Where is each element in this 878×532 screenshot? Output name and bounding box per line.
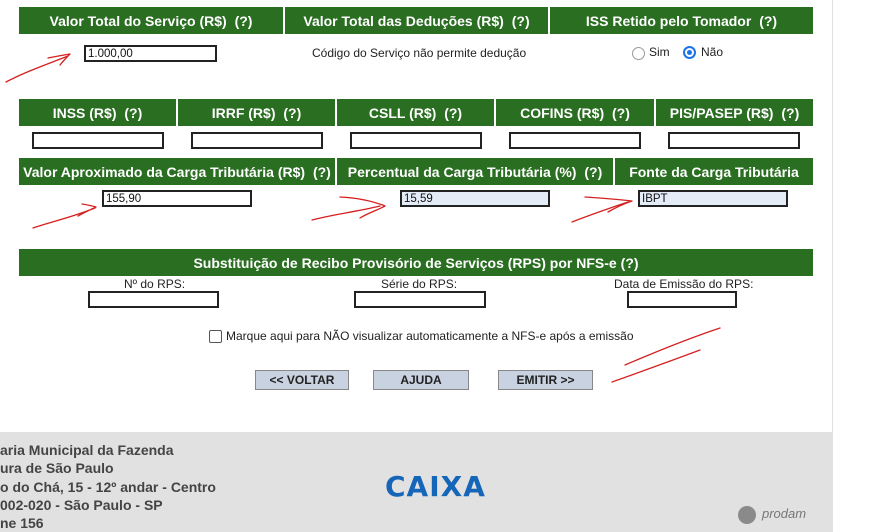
header-carga-fonte-label: Fonte da Carga Tributária <box>629 163 799 180</box>
footer-line-5: ne 156 <box>0 515 44 531</box>
header-row-2: INSS (R$) (?) IRRF (R$) (?) CSLL (R$) (?… <box>19 99 813 126</box>
carga-valor-input[interactable] <box>102 190 252 207</box>
help-link-iss-retido[interactable]: (?) <box>759 13 777 29</box>
rps-numero-label: Nº do RPS: <box>124 277 186 291</box>
header-carga-percent: Percentual da Carga Tributária (%) (?) <box>337 164 613 180</box>
footer-line-4: 002-020 - São Paulo - SP <box>0 497 163 513</box>
help-link-pispasep[interactable]: (?) <box>781 105 799 121</box>
header-carga-valor: Valor Aproximado da Carga Tributária (R$… <box>19 164 335 180</box>
help-link-valor-total[interactable]: (?) <box>235 13 253 29</box>
voltar-button[interactable]: << VOLTAR <box>255 370 349 390</box>
footer-line-2: ura de São Paulo <box>0 460 114 476</box>
help-link-deducoes[interactable]: (?) <box>512 13 530 29</box>
prodam-logo-icon <box>738 506 756 524</box>
footer-line-1: aria Municipal da Fazenda <box>0 442 174 458</box>
header-irrf: IRRF (R$) (?) <box>178 105 335 121</box>
header-csll: CSLL (R$) (?) <box>337 105 494 121</box>
header-irrf-label: IRRF (R$) <box>211 104 276 121</box>
carga-fonte-input[interactable] <box>638 190 788 207</box>
header-iss-retido-label: ISS Retido pelo Tomador <box>585 12 752 29</box>
help-link-csll[interactable]: (?) <box>444 105 462 121</box>
header-carga-fonte: Fonte da Carga Tributária <box>615 164 813 180</box>
header-csll-label: CSLL (R$) <box>368 104 437 121</box>
help-link-rps[interactable]: (?) <box>621 255 639 271</box>
header-cofins: COFINS (R$) (?) <box>496 105 654 121</box>
header-iss-retido: ISS Retido pelo Tomador (?) <box>550 13 813 29</box>
ajuda-button[interactable]: AJUDA <box>373 370 469 390</box>
rps-header: Substituição de Recibo Provisório de Ser… <box>19 249 813 276</box>
caixa-logo: CAIXA <box>385 470 486 503</box>
help-link-cofins[interactable]: (?) <box>612 105 630 121</box>
valor-total-input[interactable] <box>84 45 217 62</box>
header-cofins-label: COFINS (R$) <box>520 104 605 121</box>
rps-numero-input[interactable] <box>88 291 219 308</box>
header-row-3: Valor Aproximado da Carga Tributária (R$… <box>19 158 813 185</box>
rps-header-label: Substituição de Recibo Provisório de Ser… <box>193 254 617 271</box>
iss-retido-sim-radio[interactable] <box>632 47 645 60</box>
header-deducoes: Valor Total das Deduções (R$) (?) <box>285 13 548 29</box>
rps-serie-label: Série do RPS: <box>381 277 458 291</box>
header-carga-valor-label: Valor Aproximado da Carga Tributária (R$… <box>23 163 306 180</box>
iss-retido-nao-radio[interactable] <box>683 46 696 59</box>
form-page <box>0 0 833 432</box>
help-link-carga-valor[interactable]: (?) <box>313 164 331 180</box>
help-link-carga-percent[interactable]: (?) <box>584 164 602 180</box>
no-auto-view-label: Marque aqui para NÃO visualizar automati… <box>226 329 634 343</box>
header-valor-total: Valor Total do Serviço (R$) (?) <box>19 13 283 29</box>
header-valor-total-label: Valor Total do Serviço (R$) <box>49 12 227 29</box>
cofins-input[interactable] <box>509 132 641 149</box>
help-link-irrf[interactable]: (?) <box>283 105 301 121</box>
header-carga-percent-label: Percentual da Carga Tributária (%) <box>347 163 577 180</box>
irrf-input[interactable] <box>191 132 323 149</box>
rps-data-input[interactable] <box>627 291 737 308</box>
inss-input[interactable] <box>32 132 164 149</box>
carga-percent-input[interactable] <box>400 190 550 207</box>
help-link-inss[interactable]: (?) <box>124 105 142 121</box>
rps-serie-input[interactable] <box>354 291 486 308</box>
no-auto-view-checkbox[interactable] <box>209 330 222 343</box>
iss-retido-sim-label: Sim <box>649 45 670 59</box>
header-deducoes-label: Valor Total das Deduções (R$) <box>303 12 504 29</box>
iss-retido-nao-label: Não <box>701 45 724 59</box>
header-inss: INSS (R$) (?) <box>19 105 176 121</box>
csll-input[interactable] <box>350 132 482 149</box>
emitir-button[interactable]: EMITIR >> <box>498 370 593 390</box>
prodam-logo: prodam <box>762 506 807 521</box>
deducao-notice: Código do Serviço não permite dedução <box>312 46 527 60</box>
header-pispasep: PIS/PASEP (R$) (?) <box>656 105 813 121</box>
header-row-1: Valor Total do Serviço (R$) (?) Valor To… <box>19 7 813 34</box>
footer-line-3: o do Chá, 15 - 12º andar - Centro <box>0 479 216 495</box>
rps-data-label: Data de Emissão do RPS: <box>614 277 754 291</box>
page-margin <box>833 0 878 532</box>
header-inss-label: INSS (R$) <box>52 104 117 121</box>
pispasep-input[interactable] <box>668 132 800 149</box>
header-pispasep-label: PIS/PASEP (R$) <box>669 104 774 121</box>
